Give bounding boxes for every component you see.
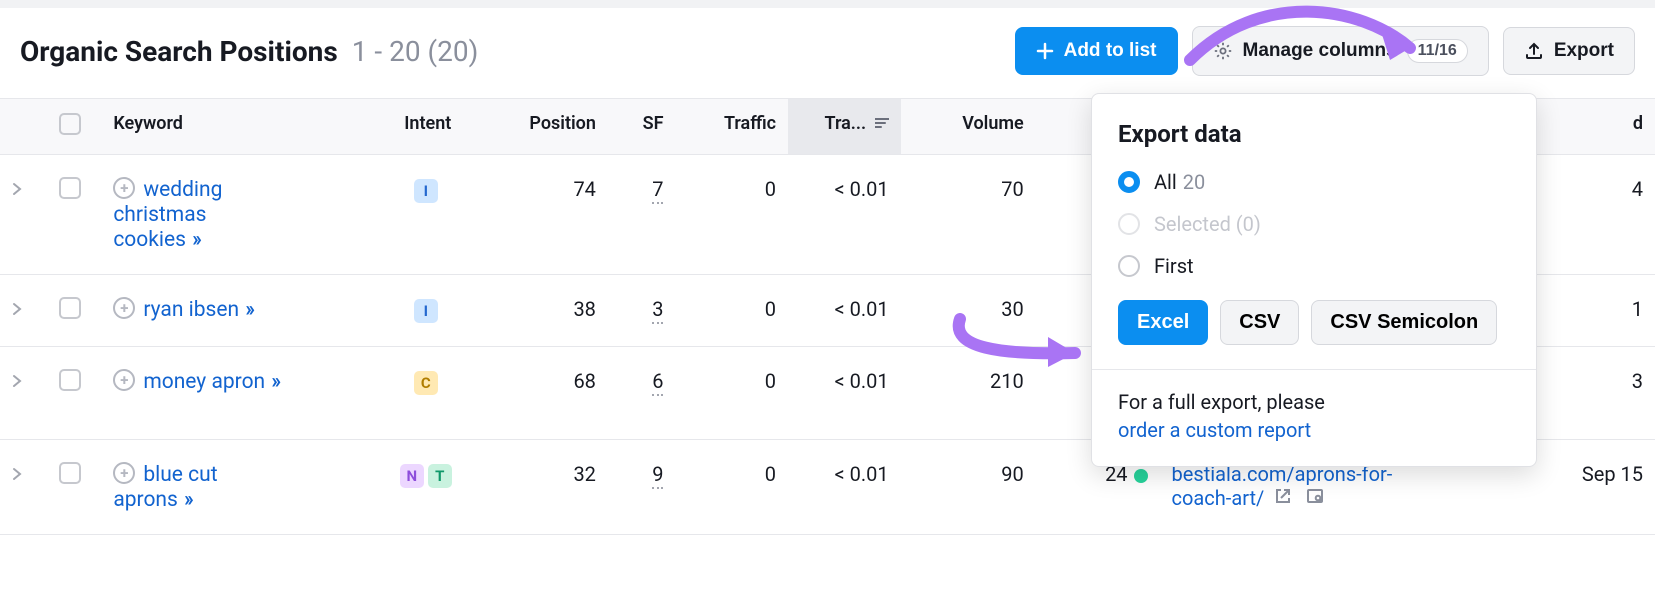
manage-columns-label: Manage columns [1243, 40, 1397, 62]
export-option-first[interactable]: First [1118, 254, 1510, 278]
cell-traffic: 0 [675, 347, 788, 440]
add-keyword-icon[interactable]: + [113, 177, 135, 199]
cell-position: 32 [495, 440, 608, 535]
cell-date: Sep 15 [1542, 440, 1655, 535]
keyword-link[interactable]: ryan ibsen ›› [143, 298, 252, 322]
plus-icon [1036, 42, 1054, 60]
keyword-link[interactable]: money apron ›› [143, 370, 278, 394]
intent-badge-i: I [414, 179, 438, 203]
row-checkbox[interactable] [59, 297, 81, 319]
chevron-right-icon: ›› [269, 370, 278, 394]
export-option-selected: Selected (0) [1118, 212, 1510, 236]
col-keyword[interactable]: Keyword [101, 99, 360, 155]
order-custom-report-link[interactable]: order a custom report [1118, 418, 1311, 442]
page-header: Organic Search Positions 1 - 20 (20) Add… [0, 8, 1655, 98]
cell-volume: 210 [901, 347, 1036, 440]
cell-traffic-pct: < 0.01 [788, 440, 901, 535]
col-sf[interactable]: SF [608, 99, 676, 155]
add-keyword-icon[interactable]: + [113, 462, 135, 484]
intent-badge-c: C [414, 371, 438, 395]
serp-source-icon[interactable] [1306, 486, 1324, 510]
intent-badge-i: I [414, 299, 438, 323]
row-checkbox[interactable] [59, 369, 81, 391]
gear-icon [1213, 41, 1233, 61]
col-date[interactable]: d [1542, 99, 1655, 155]
expand-icon[interactable] [12, 184, 22, 200]
add-to-list-label: Add to list [1064, 40, 1157, 62]
export-option-all[interactable]: All 20 [1118, 170, 1510, 194]
cell-sf[interactable]: 9 [652, 462, 663, 489]
intent-badge-n: N [400, 464, 424, 488]
cell-sf[interactable]: 7 [652, 177, 663, 204]
expand-icon[interactable] [12, 469, 22, 485]
upload-icon [1524, 41, 1544, 61]
export-button[interactable]: Export [1503, 27, 1635, 75]
cell-sf[interactable]: 3 [652, 297, 663, 324]
col-intent[interactable]: Intent [360, 99, 495, 155]
export-popup: Export data All 20 Selected (0) First Ex… [1091, 93, 1537, 467]
radio-icon [1118, 171, 1140, 193]
export-popup-title: Export data [1118, 120, 1510, 148]
cell-position: 68 [495, 347, 608, 440]
cell-traffic-pct: < 0.01 [788, 155, 901, 275]
external-link-icon[interactable] [1274, 486, 1292, 510]
cell-position: 38 [495, 275, 608, 347]
col-position[interactable]: Position [495, 99, 608, 155]
col-volume[interactable]: Volume [901, 99, 1036, 155]
select-all-checkbox[interactable] [59, 113, 81, 135]
export-csv-button[interactable]: CSV [1220, 300, 1299, 345]
cell-traffic-pct: < 0.01 [788, 275, 901, 347]
kd-difficulty-dot [1134, 469, 1148, 483]
chevron-right-icon: ›› [243, 298, 252, 322]
cell-volume: 30 [901, 275, 1036, 347]
expand-icon[interactable] [12, 376, 22, 392]
cell-date: 3 [1542, 347, 1655, 440]
col-traffic-pct[interactable]: Tra... [788, 99, 901, 155]
top-border [0, 0, 1655, 8]
radio-icon [1118, 213, 1140, 235]
col-traffic[interactable]: Traffic [675, 99, 788, 155]
cell-traffic: 0 [675, 275, 788, 347]
row-checkbox[interactable] [59, 177, 81, 199]
cell-volume: 70 [901, 155, 1036, 275]
cell-date: 1 [1542, 275, 1655, 347]
page-range: 1 - 20 (20) [352, 35, 479, 68]
export-footer: For a full export, please order a custom… [1118, 388, 1510, 444]
expand-icon[interactable] [12, 304, 22, 320]
cell-volume: 90 [901, 440, 1036, 535]
chevron-right-icon: ›› [190, 228, 199, 252]
export-csv-semicolon-button[interactable]: CSV Semicolon [1311, 300, 1497, 345]
row-checkbox[interactable] [59, 462, 81, 484]
sort-desc-icon [875, 118, 889, 133]
cell-position: 74 [495, 155, 608, 275]
manage-columns-pill: 11/16 [1407, 39, 1468, 63]
cell-traffic-pct: < 0.01 [788, 347, 901, 440]
add-keyword-icon[interactable]: + [113, 369, 135, 391]
cell-sf[interactable]: 6 [652, 369, 663, 396]
cell-traffic: 0 [675, 440, 788, 535]
export-excel-button[interactable]: Excel [1118, 300, 1208, 345]
cell-date: 4 [1542, 155, 1655, 275]
intent-badge-t: T [428, 464, 452, 488]
page-title: Organic Search Positions [20, 35, 338, 68]
cell-traffic: 0 [675, 155, 788, 275]
add-to-list-button[interactable]: Add to list [1015, 27, 1178, 75]
add-keyword-icon[interactable]: + [113, 297, 135, 319]
export-label: Export [1554, 40, 1614, 62]
chevron-right-icon: ›› [182, 488, 191, 512]
manage-columns-button[interactable]: Manage columns 11/16 [1192, 26, 1489, 76]
radio-icon [1118, 255, 1140, 277]
